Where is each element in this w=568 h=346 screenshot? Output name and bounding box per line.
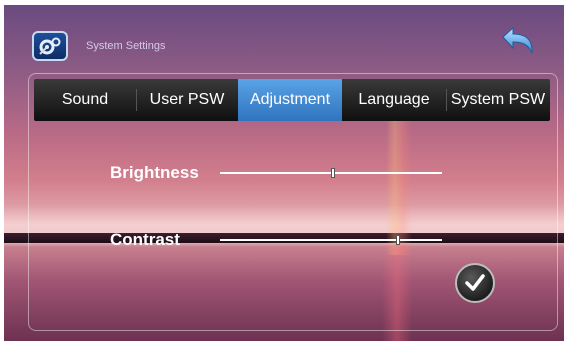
header: System Settings (32, 31, 165, 61)
tab-label: Adjustment (249, 91, 331, 108)
tab-label: Sound (61, 91, 109, 108)
settings-screen: System Settings Sound User PSW Adjustmen… (4, 5, 564, 341)
tab-language[interactable]: Language (342, 79, 446, 121)
checkmark-icon (465, 274, 485, 291)
contrast-label: Contrast (110, 230, 180, 249)
tab-bar: Sound User PSW Adjustment Language Syste… (34, 79, 550, 121)
settings-gear-icon[interactable] (32, 31, 68, 61)
back-arrow-icon[interactable] (497, 25, 537, 59)
tab-system-psw[interactable]: System PSW (446, 79, 550, 121)
tab-label: Language (358, 91, 430, 108)
page-title: System Settings (86, 40, 166, 52)
confirm-button[interactable] (455, 263, 495, 303)
tab-sound[interactable]: Sound (34, 79, 136, 121)
tab-adjustment[interactable]: Adjustment (238, 79, 342, 121)
brightness-slider-thumb[interactable] (331, 168, 336, 178)
contrast-slider-thumb[interactable] (395, 235, 400, 245)
contrast-slider[interactable] (220, 235, 442, 245)
brightness-label: Brightness (110, 163, 199, 182)
tab-user-psw[interactable]: User PSW (136, 79, 238, 121)
tab-label: System PSW (450, 91, 546, 108)
tab-label: User PSW (149, 91, 225, 108)
brightness-slider[interactable] (220, 168, 442, 178)
